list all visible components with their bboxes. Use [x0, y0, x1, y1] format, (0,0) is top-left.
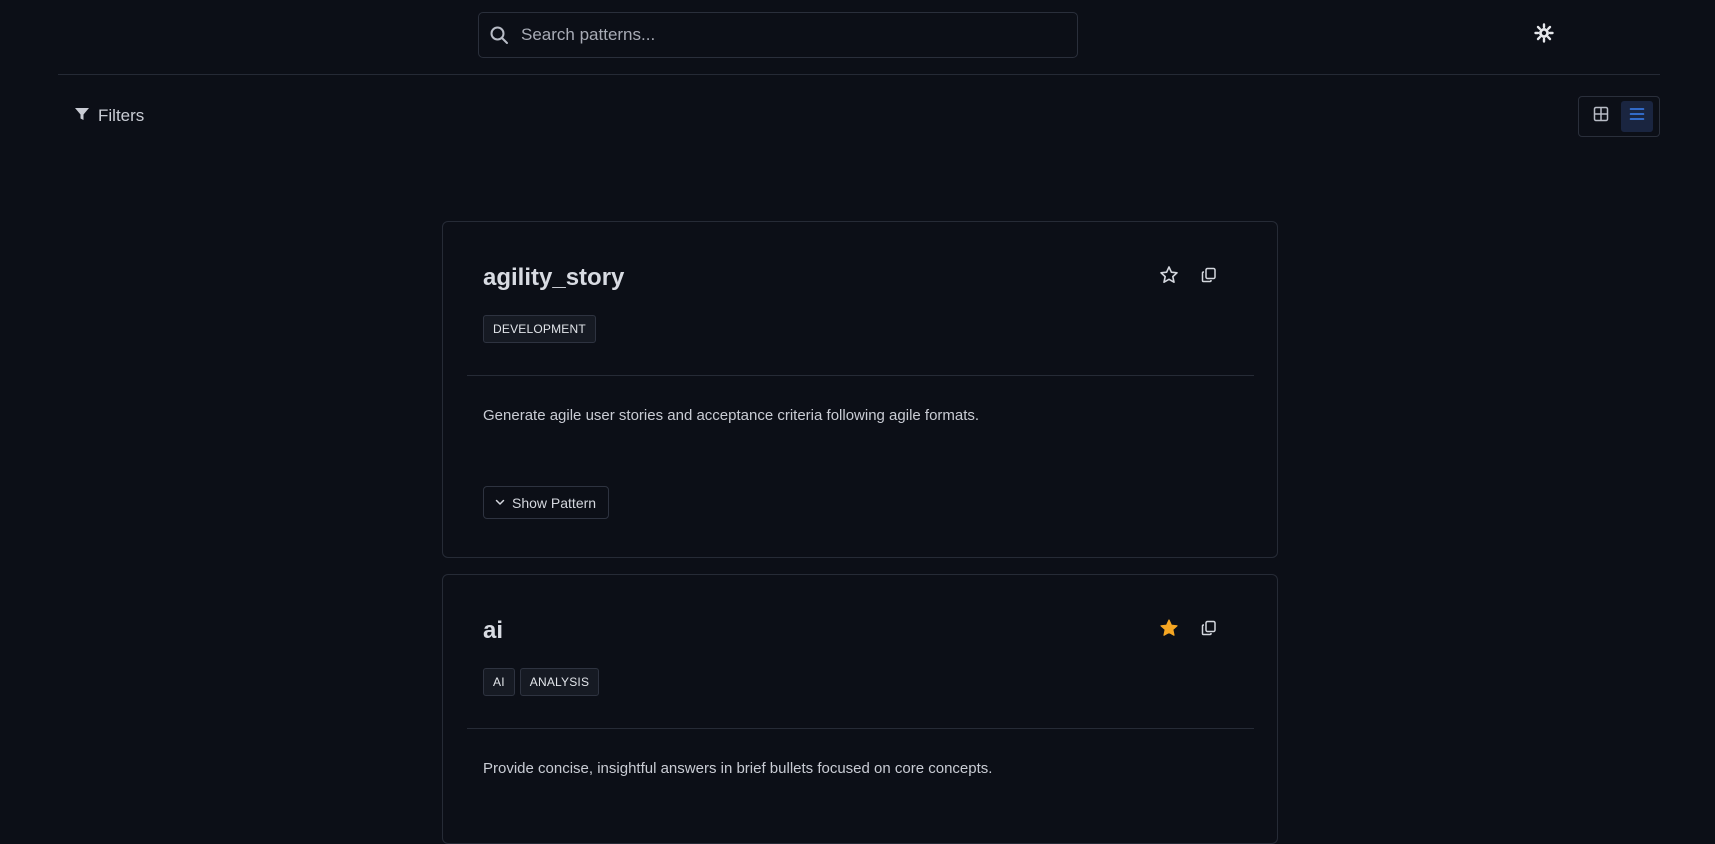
tag-list: DEVELOPMENT — [483, 315, 596, 343]
copy-icon — [1201, 620, 1217, 641]
tag-badge[interactable]: ANALYSIS — [519, 668, 600, 696]
pattern-description: Provide concise, insightful answers in b… — [483, 760, 993, 777]
card-divider — [467, 375, 1254, 376]
filter-icon — [74, 106, 90, 127]
copy-button[interactable] — [1199, 620, 1219, 640]
search-box[interactable] — [478, 12, 1078, 58]
pattern-card: ai AI ANALYSIS Provide concise, insightf… — [442, 574, 1278, 844]
filters-button[interactable]: Filters — [74, 104, 144, 128]
card-divider — [467, 728, 1254, 729]
favorite-button[interactable] — [1159, 618, 1179, 643]
search-input[interactable] — [509, 13, 1077, 57]
search-icon — [489, 25, 509, 45]
show-pattern-button[interactable]: Show Pattern — [483, 486, 610, 519]
pattern-card: agility_story DEVELOPMENT Generate agile… — [442, 221, 1278, 558]
grid-icon — [1593, 106, 1609, 127]
pattern-description: Generate agile user stories and acceptan… — [483, 407, 980, 424]
filters-label: Filters — [98, 106, 145, 125]
show-pattern-label: Show Pattern — [512, 494, 597, 511]
pattern-title: ai — [483, 617, 504, 644]
list-view-button[interactable] — [1621, 101, 1653, 132]
grid-view-button[interactable] — [1585, 101, 1617, 132]
copy-icon — [1201, 267, 1217, 288]
star-outline-icon — [1159, 265, 1179, 290]
theme-toggle-button[interactable] — [1533, 22, 1555, 48]
chevron-down-icon — [494, 495, 506, 511]
pattern-title: agility_story — [483, 264, 625, 291]
view-toggle — [1578, 96, 1660, 137]
star-filled-icon — [1159, 618, 1179, 643]
tag-badge[interactable]: AI — [483, 668, 515, 696]
copy-button[interactable] — [1199, 267, 1219, 287]
tag-badge[interactable]: DEVELOPMENT — [483, 315, 596, 343]
tag-list: AI ANALYSIS — [483, 668, 600, 696]
list-icon — [1629, 106, 1645, 127]
sun-icon — [1534, 22, 1554, 48]
favorite-button[interactable] — [1159, 265, 1179, 290]
